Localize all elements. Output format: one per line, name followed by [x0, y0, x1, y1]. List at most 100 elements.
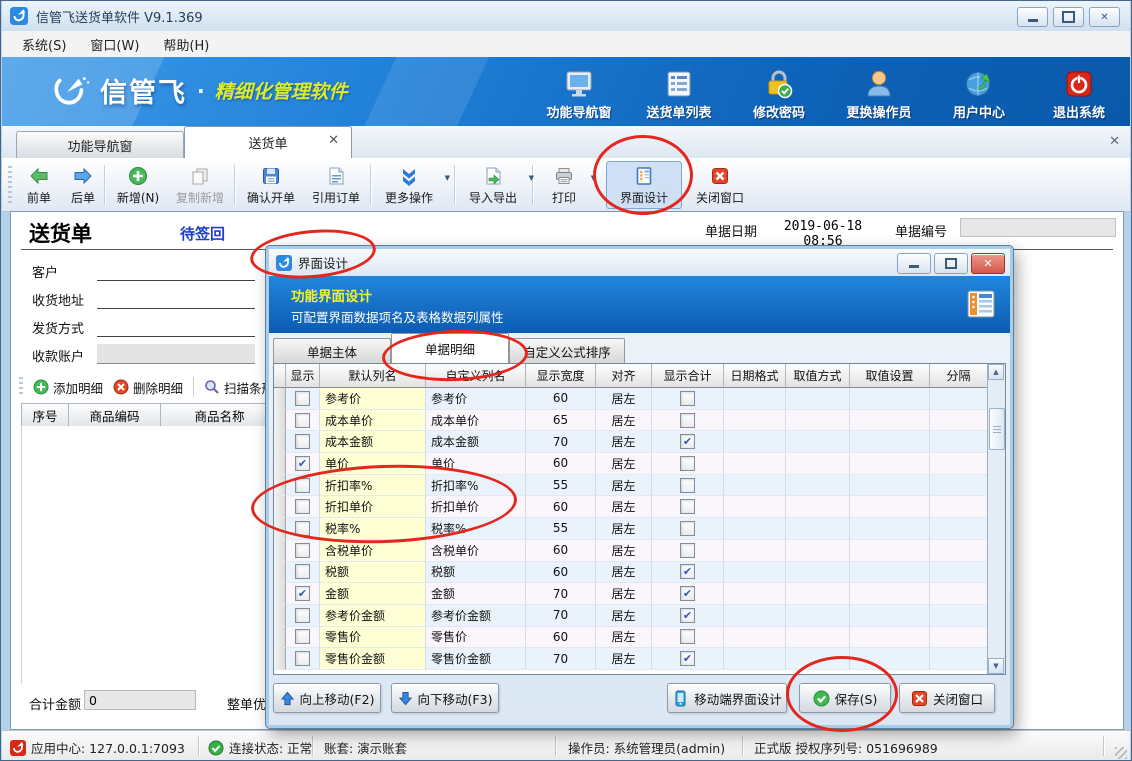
menu-item-0[interactable]: 系统(S) [12, 32, 76, 57]
custom-name[interactable]: 参考价金额 [431, 607, 491, 624]
custom-name[interactable]: 折扣率% [431, 477, 478, 494]
grid-header-3[interactable]: 显示宽度 [526, 364, 596, 388]
toolbar-button-impexp[interactable]: 导入导出▼ [460, 161, 526, 209]
scroll-up-icon[interactable]: ▲ [988, 364, 1004, 380]
grid-row[interactable]: 成本金额成本金额70居左✔ [274, 431, 988, 453]
close-button[interactable]: ✕ [1089, 7, 1120, 27]
custom-name[interactable]: 单价 [431, 455, 455, 472]
dialog-close-button[interactable]: ✕ [971, 253, 1005, 274]
total-checkbox[interactable] [680, 543, 695, 558]
grid-row[interactable]: 参考价金额参考价金额70居左✔ [274, 605, 988, 627]
show-checkbox[interactable] [295, 499, 310, 514]
custom-name[interactable]: 参考价 [431, 390, 467, 407]
grid-row[interactable]: 成本单价成本单价65居左 [274, 410, 988, 432]
detail-table-body[interactable] [21, 426, 274, 684]
custom-name[interactable]: 成本单价 [431, 412, 479, 429]
total-checkbox[interactable]: ✔ [680, 608, 695, 623]
detail-col-header-1[interactable]: 商品编码 [69, 403, 161, 427]
dialog-button-savecheck[interactable]: 保存(S) [799, 683, 891, 713]
align-value[interactable]: 居左 [611, 542, 635, 559]
width-value[interactable]: 70 [553, 608, 568, 622]
width-value[interactable]: 70 [553, 587, 568, 601]
width-value[interactable]: 60 [553, 630, 568, 644]
width-value[interactable]: 70 [553, 652, 568, 666]
align-value[interactable]: 居左 [611, 498, 635, 515]
custom-name[interactable]: 税额 [431, 563, 455, 580]
show-checkbox[interactable] [295, 629, 310, 644]
show-checkbox[interactable]: ✔ [295, 586, 310, 601]
total-checkbox[interactable] [680, 478, 695, 493]
width-value[interactable]: 60 [553, 391, 568, 405]
toolbar-button-next[interactable]: 后单 [62, 161, 104, 209]
custom-name[interactable]: 税率% [431, 520, 466, 537]
banner-action-user[interactable]: 更换操作员 [842, 65, 916, 121]
align-value[interactable]: 居左 [611, 390, 635, 407]
align-value[interactable]: 居左 [611, 520, 635, 537]
grid-header-7[interactable]: 取值方式 [786, 364, 850, 388]
tabstrip-close-icon[interactable]: ✕ [1109, 134, 1120, 149]
dialog-button-uparrow[interactable]: 向上移动(F2) [273, 683, 381, 713]
dialog-tab-2[interactable]: 自定义公式排序 [509, 338, 625, 363]
show-checkbox[interactable] [295, 543, 310, 558]
total-checkbox[interactable] [680, 456, 695, 471]
detail-button-delsm[interactable]: 删除明细 [113, 378, 183, 397]
total-checkbox[interactable]: ✔ [680, 651, 695, 666]
width-value[interactable]: 55 [553, 478, 568, 492]
doc-no-input[interactable] [960, 218, 1116, 237]
detail-col-header-2[interactable]: 商品名称 [161, 403, 279, 427]
grid-header-1[interactable]: 默认列名 [320, 364, 426, 388]
grid-row[interactable]: 零售价零售价60居左 [274, 627, 988, 649]
scroll-down-icon[interactable]: ▼ [988, 658, 1004, 674]
dialog-tab-1-active[interactable]: 单据明细 [391, 333, 509, 363]
toolbar-button-prev[interactable]: 前单 [18, 161, 60, 209]
show-checkbox[interactable] [295, 478, 310, 493]
grid-row[interactable]: 零售价金额零售价金额70居左✔ [274, 648, 988, 670]
dialog-maximize-button[interactable] [934, 253, 968, 274]
grid-header-6[interactable]: 日期格式 [724, 364, 786, 388]
total-amount-input[interactable]: 0 [84, 690, 196, 710]
grid-row[interactable]: 含税单价含税单价60居左 [274, 540, 988, 562]
dialog-minimize-button[interactable] [897, 253, 931, 274]
grid-row[interactable]: 税额税额60居左✔ [274, 562, 988, 584]
total-checkbox[interactable] [680, 521, 695, 536]
align-value[interactable]: 居左 [611, 585, 635, 602]
custom-name[interactable]: 折扣单价 [431, 498, 479, 515]
maximize-button[interactable] [1053, 7, 1084, 27]
show-checkbox[interactable]: ✔ [295, 456, 310, 471]
show-checkbox[interactable] [295, 651, 310, 666]
width-value[interactable]: 60 [553, 456, 568, 470]
minimize-button[interactable] [1017, 7, 1048, 27]
dropdown-caret-icon[interactable]: ▼ [445, 174, 450, 182]
total-checkbox[interactable]: ✔ [680, 564, 695, 579]
custom-name[interactable]: 含税单价 [431, 542, 479, 559]
total-checkbox[interactable] [680, 413, 695, 428]
dialog-tab-0[interactable]: 单据主体 [273, 338, 391, 363]
tab-close-icon[interactable]: ✕ [328, 134, 339, 147]
detail-col-header-0[interactable]: 序号 [21, 403, 69, 427]
field-input-2[interactable] [97, 316, 255, 337]
custom-name[interactable]: 成本金额 [431, 433, 479, 450]
dropdown-caret-icon[interactable]: ▼ [529, 174, 534, 182]
scrollbar-thumb[interactable] [989, 408, 1005, 450]
show-checkbox[interactable] [295, 413, 310, 428]
menu-item-1[interactable]: 窗口(W) [80, 32, 149, 57]
show-checkbox[interactable] [295, 434, 310, 449]
show-checkbox[interactable] [295, 564, 310, 579]
detail-button-addsm[interactable]: 添加明细 [33, 378, 103, 397]
field-input-1[interactable] [97, 288, 255, 309]
menu-item-2[interactable]: 帮助(H) [153, 32, 219, 57]
custom-name[interactable]: 金额 [431, 585, 455, 602]
width-value[interactable]: 60 [553, 500, 568, 514]
banner-action-monitor[interactable]: 功能导航窗 [542, 65, 616, 121]
resize-grip[interactable] [1115, 747, 1127, 759]
grid-header-0[interactable]: 显示 [286, 364, 320, 388]
width-value[interactable]: 60 [553, 543, 568, 557]
total-checkbox[interactable] [680, 629, 695, 644]
dialog-button-downarrow[interactable]: 向下移动(F3) [391, 683, 499, 713]
grid-row[interactable]: ✔金额金额70居左✔ [274, 583, 988, 605]
toolbar-button-refdoc[interactable]: 引用订单 [305, 161, 367, 209]
field-input-0[interactable] [97, 260, 255, 281]
width-value[interactable]: 65 [553, 413, 568, 427]
grid-header-8[interactable]: 取值设置 [850, 364, 930, 388]
custom-name[interactable]: 零售价金额 [431, 650, 491, 667]
